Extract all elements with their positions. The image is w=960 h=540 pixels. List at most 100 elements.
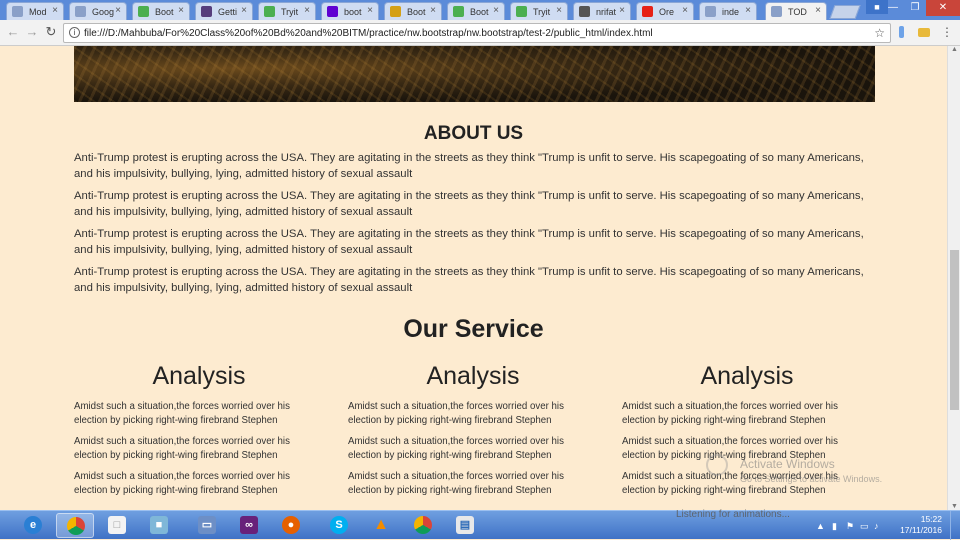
- service-item: Amidst such a situation,the forces worri…: [348, 401, 564, 426]
- bookmark-star-icon[interactable]: ☆: [874, 26, 885, 40]
- service-item: Amidst such a situation,the forces worri…: [74, 401, 290, 426]
- browser-tab[interactable]: boot ×: [321, 2, 379, 20]
- browser-tab[interactable]: Ore ×: [636, 2, 694, 20]
- close-tab-icon[interactable]: ×: [745, 5, 751, 16]
- status-text: Listening for animations...: [676, 509, 790, 520]
- browser-tab[interactable]: Mod ×: [6, 2, 64, 20]
- close-tab-icon[interactable]: ×: [430, 5, 436, 16]
- tab-label: inde: [722, 7, 740, 17]
- maximize-button[interactable]: ❐: [904, 0, 926, 16]
- volume-icon[interactable]: ♪: [874, 521, 879, 531]
- browser-tab[interactable]: inde ×: [699, 2, 757, 20]
- vlc-icon[interactable]: ▲: [362, 513, 400, 538]
- firefox-icon[interactable]: ●: [272, 513, 310, 538]
- service-item: Amidst such a situation,the forces worri…: [348, 471, 564, 496]
- minimize-button[interactable]: —: [882, 0, 904, 16]
- clock-date: 17/11/2016: [900, 525, 942, 535]
- close-tab-icon[interactable]: ×: [619, 5, 625, 16]
- show-desktop-button[interactable]: [950, 511, 960, 540]
- vertical-scrollbar[interactable]: ▲ ▼: [947, 46, 960, 510]
- close-tab-icon[interactable]: ×: [493, 5, 499, 16]
- browser-tab[interactable]: Goog ×: [69, 2, 127, 20]
- yahoo-icon: [327, 6, 338, 17]
- tab-label: Ore: [659, 7, 675, 17]
- browser-tab[interactable]: Getti ×: [195, 2, 253, 20]
- file-icon[interactable]: □: [98, 513, 136, 538]
- close-tab-icon[interactable]: ×: [115, 5, 121, 16]
- info-icon[interactable]: i: [69, 27, 80, 38]
- scroll-up-arrow-icon[interactable]: ▲: [948, 46, 960, 53]
- service-item: Amidst such a situation,the forces worri…: [74, 471, 290, 496]
- close-tab-icon[interactable]: ×: [178, 5, 184, 16]
- tab-label: Mod: [29, 7, 47, 17]
- close-tab-icon[interactable]: ×: [241, 5, 247, 16]
- about-paragraph: Anti-Trump protest is erupting across th…: [74, 190, 864, 218]
- w3schools-icon: [516, 6, 527, 17]
- scroll-down-arrow-icon[interactable]: ▼: [948, 503, 960, 510]
- browser-tab[interactable]: TOD ×: [765, 2, 827, 21]
- browser-tab[interactable]: Boot ×: [132, 2, 190, 20]
- tab-label: nrifat: [596, 7, 617, 17]
- extension-icon[interactable]: [918, 28, 930, 37]
- tab-label: Boot: [155, 7, 174, 17]
- network-icon[interactable]: ▮: [832, 521, 837, 532]
- page-icon: [705, 6, 716, 17]
- close-tab-icon[interactable]: ×: [556, 5, 562, 16]
- w3schools-icon: [453, 6, 464, 17]
- browser-tab[interactable]: Boot ×: [447, 2, 505, 20]
- tray-expand-icon[interactable]: ▲: [816, 521, 825, 531]
- windows-logo-icon: [706, 454, 728, 476]
- address-bar[interactable]: i file:///D:/Mahbuba/For%20Class%20of%20…: [63, 23, 891, 43]
- reload-icon[interactable]: ↻: [44, 25, 58, 39]
- tab-label: Boot: [470, 7, 489, 17]
- ie-icon[interactable]: e: [14, 513, 52, 538]
- url-text: file:///D:/Mahbuba/For%20Class%20of%20Bd…: [84, 28, 653, 39]
- forward-arrow-icon[interactable]: →: [25, 25, 39, 39]
- tab-label: Boot: [407, 7, 426, 17]
- browser-tab[interactable]: Tryit ×: [258, 2, 316, 20]
- service-heading: Analysis: [700, 362, 794, 390]
- service-heading: Analysis: [426, 362, 520, 390]
- browser-toolbar: ← → ↻ i file:///D:/Mahbuba/For%20Class%2…: [0, 20, 960, 46]
- visual-studio-icon[interactable]: ∞: [230, 513, 268, 538]
- chrome-icon[interactable]: [56, 513, 94, 538]
- virtualbox-icon[interactable]: ▭: [188, 513, 226, 538]
- service-title: Our Service: [403, 315, 544, 343]
- presentation-icon[interactable]: ▤: [446, 513, 484, 538]
- browser-tab[interactable]: Tryit ×: [510, 2, 568, 20]
- page-icon: [75, 6, 86, 17]
- tab-label: Tryit: [533, 7, 551, 17]
- close-tab-icon[interactable]: ×: [367, 5, 373, 16]
- clock[interactable]: 15:22 17/11/2016: [900, 514, 942, 536]
- browser-tab[interactable]: Boot ×: [384, 2, 442, 20]
- about-paragraph: Anti-Trump protest is erupting across th…: [74, 228, 864, 256]
- scrollbar-thumb[interactable]: [950, 250, 959, 410]
- tab-label: Goog: [92, 7, 115, 17]
- service-item: Amidst such a situation,the forces worri…: [74, 436, 290, 461]
- chrome-icon[interactable]: [404, 513, 442, 538]
- battery-icon[interactable]: ▭: [860, 521, 869, 532]
- menu-icon[interactable]: ⋮: [940, 25, 954, 39]
- back-arrow-icon[interactable]: ←: [6, 25, 20, 39]
- close-tab-icon[interactable]: ×: [815, 5, 821, 16]
- tab-label: Getti: [218, 7, 238, 17]
- close-tab-icon[interactable]: ×: [682, 5, 688, 16]
- browser-tab[interactable]: nrifat ×: [573, 2, 631, 20]
- system-tray: ▲ ▮ ⚑ ▭ ♪ 15:22 17/11/2016: [810, 511, 960, 540]
- photo-icon[interactable]: ■: [140, 513, 178, 538]
- extension-icon[interactable]: [899, 26, 904, 38]
- close-tab-icon[interactable]: ×: [304, 5, 310, 16]
- flag-icon[interactable]: ⚑: [846, 521, 854, 532]
- new-tab-button[interactable]: [829, 5, 861, 19]
- skype-icon[interactable]: S: [320, 513, 358, 538]
- bootstrap-icon: [201, 6, 212, 17]
- close-window-button[interactable]: ✕: [926, 0, 960, 16]
- clock-time: 15:22: [920, 514, 942, 524]
- tab-label: TOD: [788, 7, 807, 17]
- service-heading: Analysis: [152, 362, 246, 390]
- hero-image: [74, 46, 875, 102]
- tab-label: boot: [344, 7, 362, 17]
- close-tab-icon[interactable]: ×: [52, 5, 58, 16]
- about-paragraph: Anti-Trump protest is erupting across th…: [74, 266, 864, 294]
- service-column: Analysis Amidst such a situation,the for…: [348, 362, 598, 505]
